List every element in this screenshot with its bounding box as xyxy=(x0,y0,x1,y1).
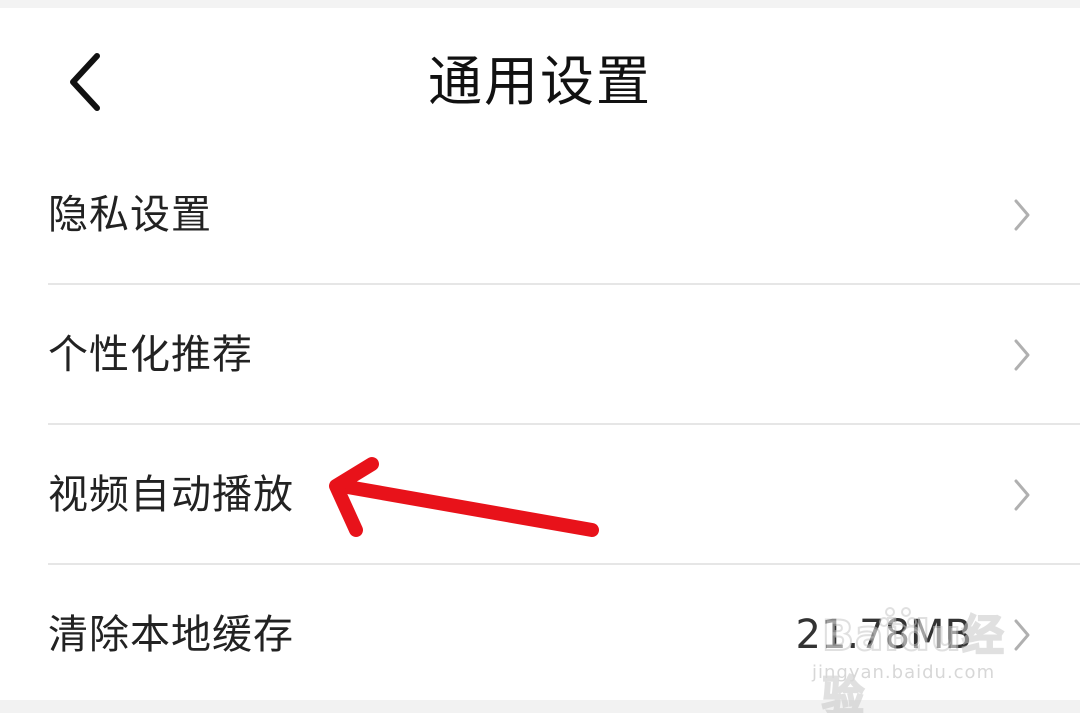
header-bar: 通用设置 xyxy=(0,0,1080,160)
page-title: 通用设置 xyxy=(428,50,652,113)
settings-item-label: 隐私设置 xyxy=(48,192,212,238)
chevron-right-icon xyxy=(1014,479,1030,511)
chevron-right-icon xyxy=(1014,339,1030,371)
settings-list: 隐私设置 个性化推荐 视频自动播放 清除本地缓存 21.78MB xyxy=(0,145,1080,705)
settings-item-label: 视频自动播放 xyxy=(48,472,294,518)
settings-item-label: 清除本地缓存 xyxy=(48,612,294,658)
chevron-right-icon xyxy=(1014,199,1030,231)
settings-screen: 通用设置 隐私设置 个性化推荐 视频自动播放 清除本地缓存 21.78MB Ba… xyxy=(0,0,1080,713)
settings-item-video-autoplay[interactable]: 视频自动播放 xyxy=(0,425,1080,565)
settings-item-label: 个性化推荐 xyxy=(48,332,253,378)
cache-size-value: 21.78MB xyxy=(795,612,972,658)
bottom-band xyxy=(0,700,1080,713)
settings-item-clear-cache[interactable]: 清除本地缓存 21.78MB xyxy=(0,565,1080,705)
chevron-right-icon xyxy=(1014,619,1030,651)
settings-item-personalized-recommendation[interactable]: 个性化推荐 xyxy=(0,285,1080,425)
settings-item-privacy[interactable]: 隐私设置 xyxy=(0,145,1080,285)
